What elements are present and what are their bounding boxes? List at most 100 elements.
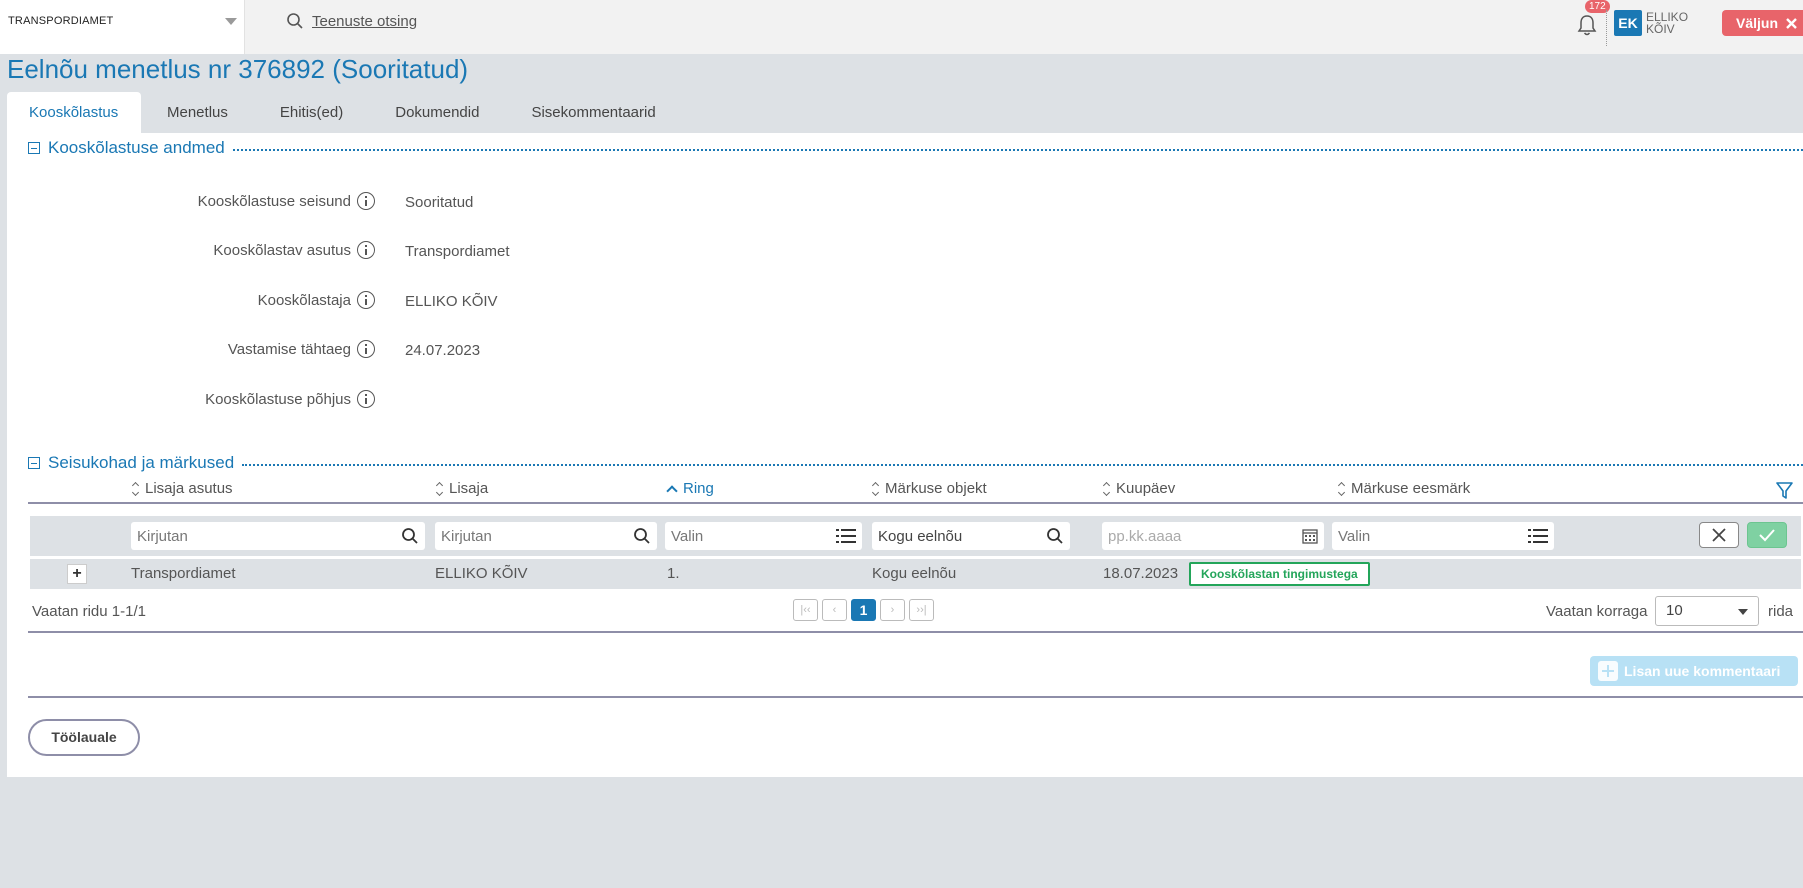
status-badge: Kooskõlastan tingimustega: [1189, 562, 1370, 586]
info-icon[interactable]: [357, 291, 375, 309]
apply-filter-button[interactable]: [1747, 522, 1787, 548]
field-label-pohjus: Kooskõlastuse põhjus: [7, 390, 375, 408]
table-row[interactable]: + Transpordiamet ELLIKO KÕIV 1. Kogu eel…: [30, 559, 1801, 589]
next-page-button[interactable]: ›: [880, 599, 905, 621]
filter-kuupaev-input[interactable]: pp.kk.aaaa: [1102, 522, 1324, 550]
field-label-tahtaeg: Vastamise tähtaeg: [7, 340, 375, 358]
tab-sisekommentaarid[interactable]: Sisekommentaarid: [505, 92, 681, 133]
pager-info: Vaatan ridu 1-1/1: [32, 603, 146, 620]
column-header-kuupaev[interactable]: Kuupäev: [1103, 480, 1175, 497]
field-value-asutus: Transpordiamet: [405, 243, 510, 260]
last-page-button[interactable]: ››|: [909, 599, 934, 621]
worktable-button[interactable]: Töölauale: [28, 719, 140, 756]
prev-page-button[interactable]: ‹: [822, 599, 847, 621]
section-kooskolastuse-andmed: Kooskõlastuse andmed: [28, 133, 1803, 163]
column-header-ring[interactable]: Ring: [666, 480, 714, 497]
clear-filter-button[interactable]: [1699, 522, 1739, 548]
tab-kooskolastus[interactable]: Kooskõlastus: [7, 92, 141, 133]
field-label-text: Kooskõlastav asutus: [213, 241, 351, 259]
tab-dokumendid[interactable]: Dokumendid: [369, 92, 505, 133]
top-bar: TRANSPORDIAMET Teenuste otsing 172 EK EL…: [0, 0, 1803, 54]
filter-ring-select[interactable]: Valin: [665, 522, 862, 550]
filter-markuse-objekt-input[interactable]: Kogu eelnõu: [872, 522, 1070, 550]
user-last-name: KÕIV: [1646, 22, 1675, 36]
placeholder: Valin: [1338, 527, 1371, 545]
service-search-link[interactable]: Teenuste otsing: [286, 12, 417, 30]
search-icon: [634, 528, 650, 544]
cell-kuupaev: 18.07.2023: [1103, 565, 1179, 582]
collapse-icon[interactable]: [28, 142, 40, 154]
cell-lisaja-asutus: Transpordiamet: [131, 565, 236, 582]
field-label-seisund: Kooskõlastuse seisund: [7, 192, 375, 210]
first-page-button[interactable]: |‹‹: [793, 599, 818, 621]
placeholder: Valin: [671, 527, 704, 545]
tab-ehitised[interactable]: Ehitis(ed): [254, 92, 369, 133]
plus-icon: [1598, 661, 1618, 681]
input-value: Kogu eelnõu: [878, 527, 963, 545]
expand-row-button[interactable]: +: [67, 564, 87, 584]
info-icon[interactable]: [357, 241, 375, 259]
pagination-bar: Vaatan ridu 1-1/1 |‹‹ ‹ 1 › ››| Vaatan k…: [28, 591, 1803, 633]
page-button[interactable]: 1: [851, 599, 876, 621]
filter-markuse-eesmark-select[interactable]: Valin: [1332, 522, 1554, 550]
sort-icon: [1338, 482, 1346, 496]
column-label: Kuupäev: [1116, 480, 1176, 497]
divider: [28, 696, 1803, 698]
field-label-text: Vastamise tähtaeg: [227, 340, 351, 358]
add-comment-button[interactable]: Lisan uue kommentaari: [1590, 656, 1798, 686]
organization-name: TRANSPORDIAMET: [8, 15, 114, 27]
column-label: Märkuse eesmärk: [1351, 480, 1471, 497]
per-page-select[interactable]: 10: [1655, 596, 1759, 626]
cell-markuse-objekt: Kogu eelnõu: [872, 565, 957, 582]
cell-ring: 1.: [667, 565, 680, 582]
column-header-lisaja-asutus[interactable]: Lisaja asutus: [132, 480, 233, 497]
logout-button[interactable]: Väljun: [1722, 10, 1803, 36]
table-header: Lisaja asutus Lisaja Ring Märkuse objekt…: [28, 480, 1803, 504]
info-icon[interactable]: [357, 390, 375, 408]
divider: [232, 149, 1803, 151]
avatar[interactable]: EK: [1614, 10, 1642, 36]
close-icon: [1712, 528, 1726, 542]
info-icon[interactable]: [357, 340, 375, 358]
rows-suffix: rida: [1768, 603, 1794, 620]
per-page-label: Vaatan korraga: [1546, 603, 1648, 620]
bell-icon[interactable]: [1576, 13, 1598, 37]
section-seisukohad-ja-markused: Seisukohad ja märkused: [28, 448, 1803, 478]
main-panel: Kooskõlastuse andmed Kooskõlastuse seisu…: [7, 133, 1803, 777]
search-icon: [287, 13, 303, 29]
field-label-asutus: Kooskõlastav asutus: [7, 241, 375, 259]
field-value-seisund: Sooritatud: [405, 194, 474, 211]
list-icon: [1528, 529, 1548, 543]
user-name[interactable]: ELLIKO KÕIV: [1646, 11, 1694, 35]
close-icon: [1786, 17, 1797, 29]
column-header-lisaja[interactable]: Lisaja: [436, 480, 488, 497]
field-label-text: Kooskõlastuse põhjus: [205, 390, 351, 408]
divider: [242, 464, 1803, 466]
info-icon[interactable]: [357, 192, 375, 210]
pagination: |‹‹ ‹ 1 › ››|: [793, 599, 934, 621]
field-value-kooskolastaja: ELLIKO KÕIV: [405, 293, 498, 310]
field-label-kooskolastaja: Kooskõlastaja: [7, 291, 375, 309]
sort-icon: [132, 482, 140, 496]
placeholder: pp.kk.aaaa: [1108, 527, 1182, 545]
filter-lisaja-asutus-input[interactable]: Kirjutan: [131, 522, 425, 550]
sort-icon: [872, 482, 880, 496]
column-label: Lisaja asutus: [145, 480, 233, 497]
filter-lisaja-input[interactable]: Kirjutan: [435, 522, 657, 550]
placeholder: Kirjutan: [441, 527, 492, 545]
filter-row: Kirjutan Kirjutan Valin Kogu eelnõu pp.k…: [30, 516, 1801, 556]
column-header-markuse-objekt[interactable]: Märkuse objekt: [872, 480, 987, 497]
organization-select[interactable]: TRANSPORDIAMET: [0, 0, 245, 54]
search-icon: [402, 528, 418, 544]
column-label: Lisaja: [449, 480, 489, 497]
section-title: Kooskõlastuse andmed: [48, 138, 225, 157]
column-label: Märkuse objekt: [885, 480, 987, 497]
section-title: Seisukohad ja märkused: [48, 453, 235, 472]
service-search-label: Teenuste otsing: [312, 12, 418, 30]
add-comment-label: Lisan uue kommentaari: [1624, 663, 1781, 679]
collapse-icon[interactable]: [28, 457, 40, 469]
tab-menetlus[interactable]: Menetlus: [141, 92, 254, 133]
check-icon: [1759, 529, 1775, 542]
column-header-markuse-eesmark[interactable]: Märkuse eesmärk: [1338, 480, 1470, 497]
filter-icon[interactable]: [1776, 482, 1793, 500]
